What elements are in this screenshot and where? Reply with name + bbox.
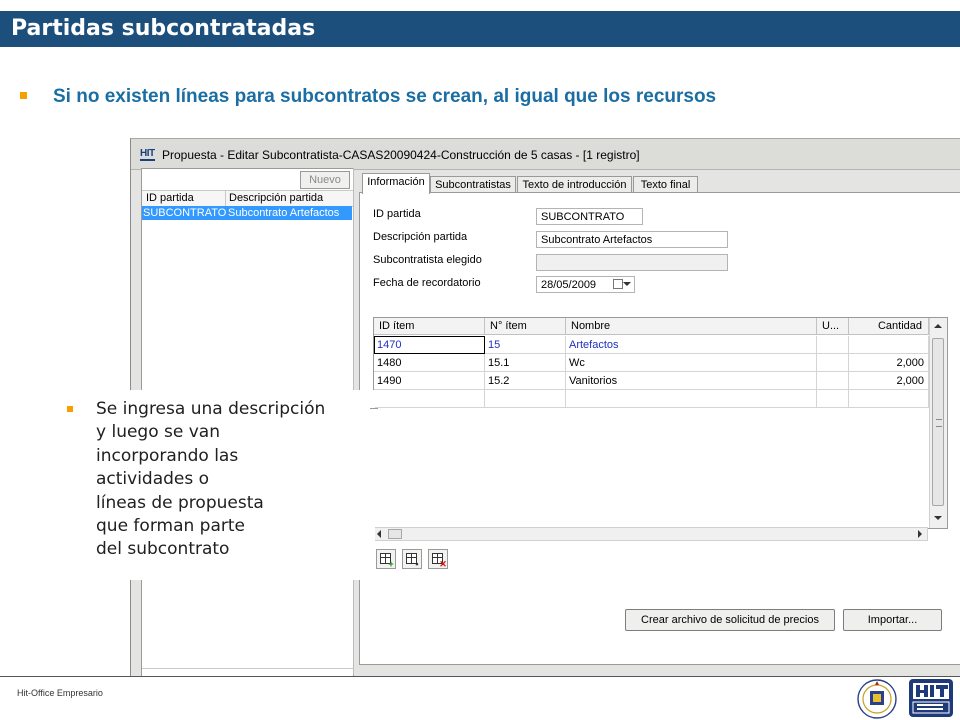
edit-row-icon: ▪ (415, 559, 419, 569)
column-header-descripcion[interactable]: Descripción partida (229, 192, 323, 204)
scrollbar-thumb[interactable] (388, 529, 402, 539)
hit-office-logo-icon (909, 679, 953, 717)
column-header-id-partida[interactable]: ID partida (146, 192, 194, 204)
column-header-unidad[interactable]: U... (817, 318, 849, 335)
descripcion-partida-label: Descripción partida (373, 231, 468, 243)
scroll-up-icon[interactable] (934, 324, 942, 328)
callout-text: Se ingresa una descripción y luego se va… (96, 399, 326, 560)
table-cell-num[interactable]: 15 (485, 336, 566, 354)
fecha-recordatorio-label: Fecha de recordatorio (373, 277, 481, 289)
subcontratista-elegido-field[interactable] (536, 254, 728, 271)
table-cell-nombre[interactable]: Wc (566, 354, 817, 372)
table-cell-new[interactable] (485, 390, 566, 408)
list-header: ID partida Descripción partida (142, 190, 353, 207)
subcontratista-elegido-label: Subcontratista elegido (373, 254, 482, 266)
hit-logo-icon: HIT (140, 148, 155, 161)
divider (142, 668, 353, 669)
crear-archivo-button[interactable]: Crear archivo de solicitud de precios (625, 609, 835, 631)
table-cell-new[interactable] (374, 390, 485, 408)
list-item-id: SUBCONTRATO (143, 207, 227, 219)
table-cell-unidad[interactable] (817, 372, 849, 390)
table-cell-cantidad[interactable]: 2,000 (849, 354, 929, 372)
informacion-panel: ID partida SUBCONTRATO Descripción parti… (359, 192, 960, 665)
add-row-icon: + (388, 559, 394, 569)
footer-text: Hit-Office Empresario (17, 688, 103, 698)
table-cell-new[interactable] (817, 390, 849, 408)
scrollbar-thumb[interactable] (932, 338, 944, 506)
scroll-right-icon[interactable] (918, 530, 922, 538)
footer-divider (0, 676, 960, 677)
descripcion-partida-field[interactable]: Subcontrato Artefactos (536, 231, 728, 248)
column-header-cantidad[interactable]: Cantidad (849, 318, 929, 335)
tab-informacion[interactable]: Información (362, 173, 430, 194)
chevron-down-icon[interactable] (623, 282, 631, 286)
window-titlebar: HIT Propuesta - Editar Subcontratista-CA… (131, 139, 960, 170)
university-seal-icon (857, 679, 897, 719)
list-item[interactable]: SUBCONTRATO Subcontrato Artefactos (142, 206, 352, 220)
grip-icon (936, 419, 942, 427)
window-title: Propuesta - Editar Subcontratista-CASAS2… (162, 148, 640, 162)
items-grid: ID ítem N° ítem Nombre U... Cantidad 147… (373, 317, 948, 529)
table-cell-id[interactable]: 1490 (374, 372, 485, 390)
table-cell-cantidad[interactable]: 2,000 (849, 372, 929, 390)
table-cell-id[interactable]: 1470 (374, 336, 485, 354)
nuevo-button[interactable]: Nuevo (300, 171, 350, 189)
table-cell-unidad[interactable] (817, 354, 849, 372)
column-divider (225, 191, 226, 206)
delete-row-icon: ✕ (439, 559, 447, 569)
scroll-down-icon[interactable] (934, 516, 942, 520)
table-cell-cantidad[interactable] (849, 336, 929, 354)
table-cell-num[interactable]: 15.2 (485, 372, 566, 390)
table-cell-num[interactable]: 15.1 (485, 354, 566, 372)
fecha-recordatorio-field[interactable]: 28/05/2009 (536, 276, 635, 293)
table-cell-unidad[interactable] (817, 336, 849, 354)
tab-texto-introduccion[interactable]: Texto de introducción (517, 176, 632, 193)
fecha-value: 28/05/2009 (541, 279, 597, 291)
callout-bullet-marker (67, 406, 73, 412)
vertical-scrollbar[interactable] (929, 318, 947, 528)
table-cell-new[interactable] (849, 390, 929, 408)
bullet-marker (20, 92, 27, 99)
column-header-nombre[interactable]: Nombre (566, 318, 817, 335)
tab-texto-final[interactable]: Texto final (633, 176, 698, 193)
id-partida-label: ID partida (373, 208, 421, 220)
table-cell-nombre[interactable]: Vanitorios (566, 372, 817, 390)
callout-connector (370, 408, 378, 409)
tab-subcontratistas[interactable]: Subcontratistas (430, 176, 516, 193)
table-cell-new[interactable] (566, 390, 817, 408)
list-item-descripcion: Subcontrato Artefactos (228, 207, 340, 219)
slide-bullet-text: Si no existen líneas para subcontratos s… (53, 86, 717, 107)
edit-row-button[interactable]: ▪ (402, 549, 422, 569)
slide-title: Partidas subcontratadas (11, 16, 316, 41)
table-cell-id[interactable]: 1480 (374, 354, 485, 372)
horizontal-scrollbar[interactable] (373, 527, 928, 541)
id-partida-field[interactable]: SUBCONTRATO (536, 208, 643, 225)
column-header-id-item[interactable]: ID ítem (374, 318, 485, 335)
column-header-num-item[interactable]: N° ítem (485, 318, 566, 335)
delete-row-button[interactable]: ✕ (428, 549, 448, 569)
table-cell-nombre[interactable]: Artefactos (566, 336, 817, 354)
importar-button[interactable]: Importar... (843, 609, 942, 631)
